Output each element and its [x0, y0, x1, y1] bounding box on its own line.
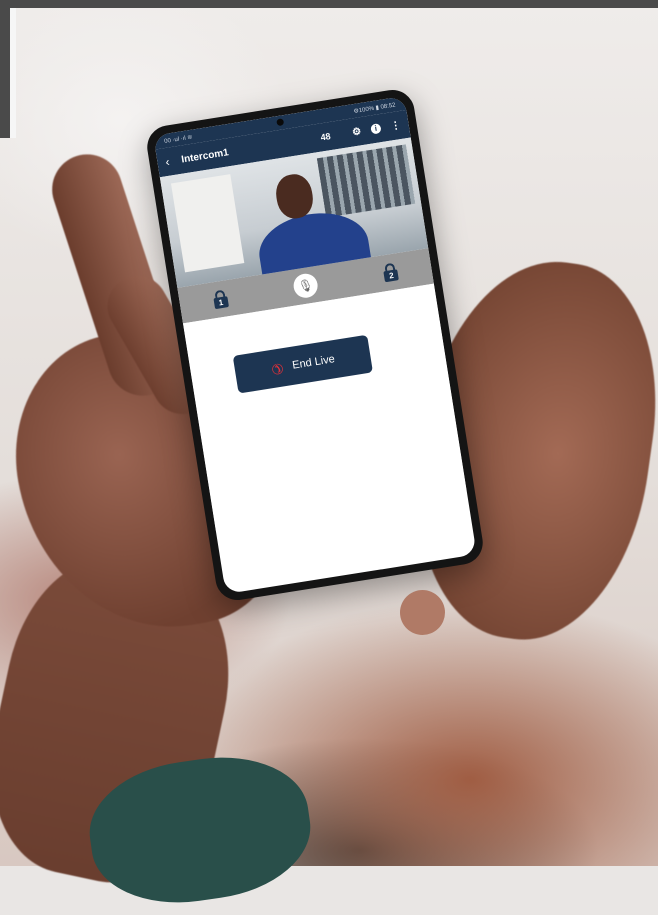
status-left: 00 ·ul ·ıl ≋	[163, 134, 193, 145]
menu-icon[interactable]: ⋮	[390, 119, 402, 131]
lock-2-label: 2	[383, 269, 400, 283]
lock-2-button[interactable]: 2	[383, 262, 400, 283]
call-area: ✆ End Live	[182, 283, 467, 531]
video-window	[316, 144, 416, 218]
left-frame-strip	[10, 8, 16, 138]
header-count: 48	[319, 131, 332, 143]
lock-1-button[interactable]: 1	[212, 289, 229, 310]
info-icon[interactable]: i	[370, 123, 382, 135]
gear-icon[interactable]: ⚙	[351, 126, 362, 138]
phone-hangup-icon: ✆	[267, 359, 288, 379]
end-live-label: End Live	[291, 353, 336, 372]
top-frame-border	[0, 0, 658, 8]
lock-1-label: 1	[213, 296, 229, 310]
end-live-button[interactable]: ✆ End Live	[232, 334, 373, 394]
back-icon[interactable]: ‹	[164, 153, 178, 169]
microphone-off-icon[interactable]: 🎙	[291, 272, 320, 300]
video-wall	[170, 174, 245, 273]
right-thumb-tip	[400, 590, 445, 635]
left-frame-border	[0, 0, 10, 138]
